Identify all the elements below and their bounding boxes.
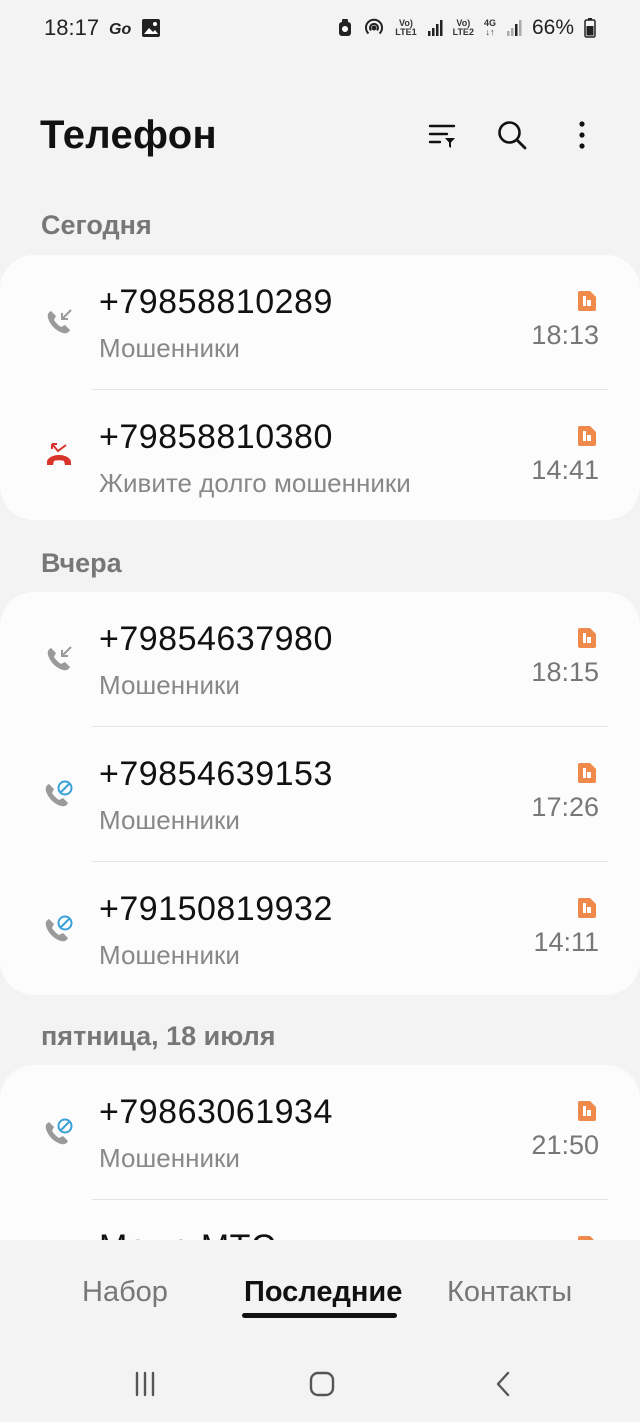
call-number: +79863061934 — [99, 1093, 333, 1131]
call-contact-name: Мошенники — [99, 805, 240, 835]
call-contact-name: Живите долго мошенники — [99, 468, 411, 498]
header-actions — [424, 117, 600, 153]
active-tab-indicator — [242, 1313, 397, 1318]
filter-button[interactable] — [424, 117, 460, 153]
tab-dialer[interactable]: Набор — [82, 1276, 168, 1309]
search-icon — [498, 121, 527, 150]
back-icon — [496, 1371, 510, 1397]
call-log-item[interactable]: +79150819932 Мошенники 14:11 — [0, 862, 640, 995]
call-number: +79854637980 — [99, 620, 333, 658]
sim-card-icon — [578, 628, 596, 648]
call-log-item[interactable]: +79854637980 Мошенники 18:15 — [0, 592, 640, 727]
tab-contacts[interactable]: Контакты — [447, 1276, 572, 1309]
sim-card-icon — [578, 1101, 596, 1121]
recents-scroll-area[interactable]: Телефон Сегодня +79858810289 Мошенники 1 — [0, 0, 640, 1240]
sim-card-icon — [578, 763, 596, 783]
call-number: +79858810289 — [99, 283, 333, 321]
page-title: Телефон — [40, 112, 217, 157]
back-button[interactable] — [483, 1366, 523, 1402]
blocked-call-icon — [42, 912, 76, 946]
section-label-yesterday: Вчера — [41, 548, 122, 578]
call-contact-name: Мошенники — [99, 1143, 240, 1173]
call-group-friday: +79863061934 Мошенники 21:50 Мама МТС — [0, 1065, 640, 1240]
call-group-today: +79858810289 Мошенники 18:13 +7985881038… — [0, 255, 640, 520]
filter-icon — [428, 124, 456, 148]
more-options-button[interactable] — [564, 117, 600, 153]
call-time: 14:41 — [531, 455, 599, 485]
call-log-item[interactable]: +79858810380 Живите долго мошенники 14:4… — [0, 390, 640, 520]
tab-recents[interactable]: Последние — [244, 1276, 402, 1309]
call-time: 18:13 — [531, 320, 599, 350]
blocked-call-icon — [42, 1115, 76, 1149]
home-button[interactable] — [302, 1366, 342, 1402]
search-button[interactable] — [494, 117, 530, 153]
bottom-tab-bar: Набор Последние Контакты — [0, 1240, 640, 1350]
recent-apps-icon — [135, 1371, 155, 1397]
incoming-call-icon — [42, 642, 76, 676]
call-time: 14:11 — [533, 927, 599, 957]
section-label-today: Сегодня — [41, 210, 152, 240]
system-nav-bar — [0, 1350, 640, 1422]
call-time: 18:15 — [531, 657, 599, 687]
incoming-call-icon — [42, 305, 76, 339]
app-header: Телефон — [0, 100, 640, 170]
call-time: 17:26 — [531, 792, 599, 822]
call-number: +79858810380 — [99, 418, 333, 456]
home-icon — [309, 1371, 335, 1397]
more-vertical-icon — [579, 121, 585, 149]
call-contact-name: Мошенники — [99, 940, 240, 970]
call-number: +79854639153 — [99, 755, 333, 793]
sim-card-icon — [578, 898, 596, 918]
call-group-yesterday: +79854637980 Мошенники 18:15 +7985463915… — [0, 592, 640, 995]
section-label-friday: пятница, 18 июля — [41, 1021, 276, 1051]
call-contact-name: Мошенники — [99, 670, 240, 700]
call-log-item[interactable]: Мама МТС — [0, 1200, 640, 1240]
call-contact-name: Мошенники — [99, 333, 240, 363]
sim-card-icon — [578, 426, 596, 446]
rejected-call-icon — [42, 440, 76, 474]
call-time: 21:50 — [531, 1130, 599, 1160]
call-log-item[interactable]: +79858810289 Мошенники 18:13 — [0, 255, 640, 390]
call-log-item[interactable]: +79863061934 Мошенники 21:50 — [0, 1065, 640, 1200]
sim-card-icon — [578, 291, 596, 311]
call-number: +79150819932 — [99, 890, 333, 928]
call-number: Мама МТС — [99, 1228, 276, 1240]
recent-apps-button[interactable] — [125, 1366, 165, 1402]
call-log-item[interactable]: +79854639153 Мошенники 17:26 — [0, 727, 640, 862]
blocked-call-icon — [42, 777, 76, 811]
